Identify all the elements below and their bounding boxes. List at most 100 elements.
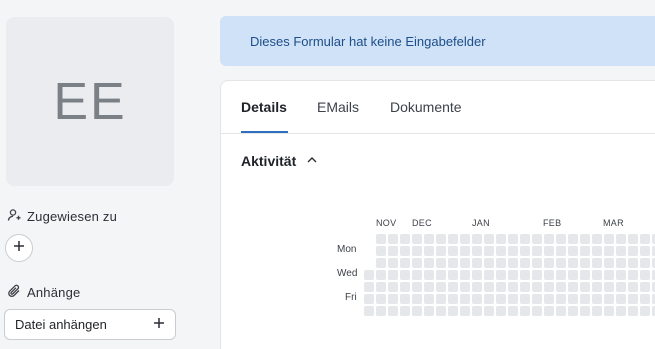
heatmap-cell [616, 246, 626, 256]
activity-section-header[interactable]: Aktivität [241, 153, 318, 169]
heatmap-cell [544, 306, 554, 316]
attach-file-button[interactable]: Datei anhängen [4, 309, 176, 340]
heatmap-cell [520, 282, 530, 292]
add-assignee-button[interactable] [5, 234, 33, 262]
heatmap-cell [628, 258, 638, 268]
heatmap-cell [436, 246, 446, 256]
heatmap-cell [412, 294, 422, 304]
heatmap-cell [424, 270, 434, 280]
heatmap-cell [448, 246, 458, 256]
heatmap-cell [508, 258, 518, 268]
heatmap-cell [484, 306, 494, 316]
heatmap-cell [592, 246, 602, 256]
heatmap-cell [388, 294, 398, 304]
heatmap-cell [532, 294, 542, 304]
heatmap-cell [580, 258, 590, 268]
heatmap-cell [532, 270, 542, 280]
heatmap-cell [640, 294, 650, 304]
heatmap-cell [424, 306, 434, 316]
heatmap-cell [388, 282, 398, 292]
heatmap-cell [544, 282, 554, 292]
avatar-initials: EE [53, 72, 127, 131]
heatmap-cell [628, 282, 638, 292]
heatmap-cell [580, 270, 590, 280]
heatmap-cell [568, 234, 578, 244]
tab-emails[interactable]: EMails [317, 99, 359, 115]
heatmap-cell [496, 234, 506, 244]
heatmap-cell [544, 294, 554, 304]
heatmap-cell [508, 234, 518, 244]
heatmap-cell [508, 270, 518, 280]
heatmap-cell [436, 270, 446, 280]
heatmap-cell [592, 234, 602, 244]
heatmap-cell [604, 246, 614, 256]
chevron-up-icon [306, 153, 318, 169]
heatmap-cell [400, 306, 410, 316]
heatmap-cell [400, 234, 410, 244]
heatmap-cell [532, 246, 542, 256]
heatmap-cell [592, 270, 602, 280]
heatmap-cell [460, 270, 470, 280]
heatmap-cell [412, 270, 422, 280]
heatmap-cell [424, 258, 434, 268]
heatmap-cell [520, 258, 530, 268]
heatmap-cell [616, 270, 626, 280]
heatmap-cell [472, 294, 482, 304]
heatmap-cell [532, 282, 542, 292]
month-label: MAR [603, 218, 624, 228]
heatmap-cell [496, 258, 506, 268]
heatmap-cell [568, 306, 578, 316]
heatmap-cell [592, 258, 602, 268]
heatmap-cell [388, 246, 398, 256]
heatmap-cell [424, 294, 434, 304]
heatmap-cell [388, 270, 398, 280]
heatmap-cell [580, 246, 590, 256]
heatmap-cell [376, 258, 386, 268]
heatmap-cell [448, 282, 458, 292]
tab-dokumente[interactable]: Dokumente [390, 99, 462, 115]
day-label: Wed [337, 268, 358, 279]
heatmap-cell [460, 234, 470, 244]
attach-file-label: Datei anhängen [15, 317, 107, 332]
heatmap-cell [496, 306, 506, 316]
tab-details[interactable]: Details [241, 99, 287, 115]
info-banner: Dieses Formular hat keine Eingabefelder [220, 16, 655, 66]
heatmap-cell [400, 294, 410, 304]
heatmap-cell [640, 270, 650, 280]
heatmap-cell [400, 282, 410, 292]
detail-card: Details EMails Dokumente Aktivität NOV D… [220, 80, 655, 349]
paperclip-icon [7, 284, 21, 301]
heatmap-cell [556, 294, 566, 304]
heatmap-cell [472, 234, 482, 244]
heatmap-cell [556, 246, 566, 256]
heatmap-cell [640, 246, 650, 256]
heatmap-cell [640, 306, 650, 316]
day-label: Fri [345, 292, 357, 303]
heatmap-cell [364, 306, 374, 316]
active-tab-indicator [241, 131, 288, 133]
heatmap-cell [400, 270, 410, 280]
heatmap-cell [628, 294, 638, 304]
heatmap-cell [472, 258, 482, 268]
heatmap-cell [616, 258, 626, 268]
heatmap-cell [460, 282, 470, 292]
heatmap-cell [436, 294, 446, 304]
heatmap-cell [448, 258, 458, 268]
heatmap-cell [424, 246, 434, 256]
heatmap-cell [556, 234, 566, 244]
heatmap-cell [568, 258, 578, 268]
heatmap-cell [448, 306, 458, 316]
heatmap-cell [376, 306, 386, 316]
heatmap-cell [592, 282, 602, 292]
heatmap-cell [424, 282, 434, 292]
heatmap-cell [628, 246, 638, 256]
heatmap-cell [508, 282, 518, 292]
heatmap-cell [436, 234, 446, 244]
heatmap-cell [376, 282, 386, 292]
heatmap-cell [484, 234, 494, 244]
heatmap-cell [544, 270, 554, 280]
month-label: JAN [472, 218, 490, 228]
heatmap-cell [592, 294, 602, 304]
heatmap-cell [616, 294, 626, 304]
heatmap-cell [496, 246, 506, 256]
